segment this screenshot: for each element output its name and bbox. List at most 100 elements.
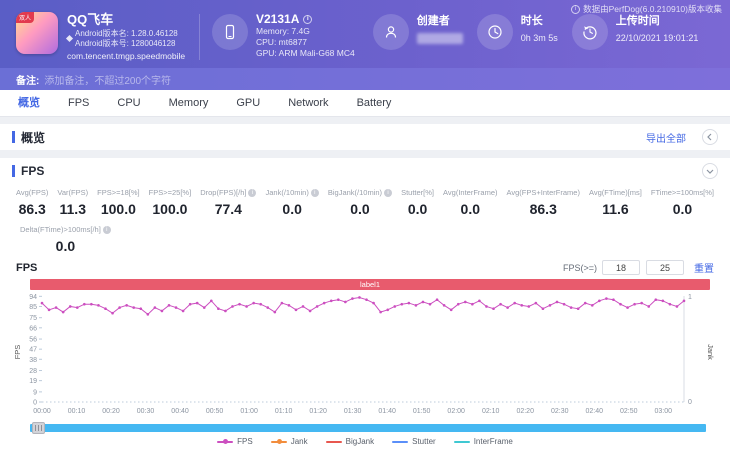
legend-label: InterFrame	[473, 437, 513, 446]
version-icon	[65, 34, 74, 43]
device-info-icon[interactable]: i	[303, 14, 313, 24]
info-icon[interactable]: i	[310, 188, 319, 197]
metric-value: 100.0	[152, 201, 188, 217]
metric-value: 0.0	[350, 201, 370, 217]
metric-value: 86.3	[18, 201, 46, 217]
metric: Delta(FTime)>100ms[/h] i 0.0	[20, 225, 111, 254]
tab-概览[interactable]: 概览	[4, 90, 54, 116]
legend-swatch	[270, 439, 287, 444]
collect-info-text: 数据由PerfDog(6.0.210910)版本收集	[583, 4, 722, 14]
legend-item-Jank[interactable]: Jank	[270, 437, 308, 446]
collapse-down-button[interactable]	[702, 163, 718, 179]
duration-block: 时长 0h 3m 5s	[476, 12, 558, 50]
svg-text:00:10: 00:10	[68, 408, 86, 415]
device-block: V2131A i Memory: 7.4G CPU: mt6877 GPU: A…	[212, 12, 355, 59]
metric: BigJank(/10min) i 0.0	[328, 188, 393, 217]
section-tabbar: 概览 FPS CPU Memory GPU Network Battery	[0, 90, 730, 117]
legend-label: FPS	[237, 437, 253, 446]
info-icon[interactable]: i	[384, 188, 393, 197]
creator-label: 创建者	[416, 15, 450, 27]
svg-text:00:30: 00:30	[137, 408, 155, 415]
svg-text:01:40: 01:40	[378, 408, 396, 415]
fps-threshold-input-1[interactable]	[602, 260, 640, 275]
device-gpu: GPU: ARM Mali-G68 MC4	[256, 48, 355, 58]
legend-swatch	[217, 439, 234, 444]
info-icon[interactable]: i	[102, 225, 111, 234]
metric-value: 100.0	[100, 201, 136, 217]
user-icon	[372, 14, 409, 50]
tab-Battery[interactable]: Battery	[343, 90, 406, 116]
note-input[interactable]: 添加备注，不超过200个字符	[44, 72, 171, 87]
svg-text:0: 0	[33, 400, 37, 407]
fps-section: FPS Avg(FPS) 86.3 Var(FPS) 11.3 FPS>=18[%] 10…	[0, 158, 730, 461]
svg-text:01:30: 01:30	[344, 408, 362, 415]
device-model: V2131A	[256, 12, 300, 26]
fps-chart-title: FPS	[16, 261, 38, 274]
chart-label-band: label1	[30, 279, 710, 290]
upload-time-value: 22/10/2021 19:01:21	[615, 33, 699, 43]
metric: FPS>=25[%] 100.0	[149, 188, 192, 217]
svg-text:00:20: 00:20	[102, 408, 120, 415]
tab-FPS[interactable]: FPS	[54, 90, 103, 116]
note-bar: 备注: 添加备注，不超过200个字符	[0, 68, 730, 90]
metric-value: 0.0	[460, 201, 480, 217]
svg-text:1: 1	[688, 294, 692, 301]
legend-swatch	[453, 440, 470, 443]
svg-text:01:00: 01:00	[240, 408, 258, 415]
collapse-left-button[interactable]	[702, 129, 718, 145]
svg-text:02:40: 02:40	[585, 408, 603, 415]
svg-text:01:50: 01:50	[413, 408, 431, 415]
duration-value: 0h 3m 5s	[520, 33, 558, 43]
reset-link[interactable]: 重置	[694, 260, 714, 275]
metric-value: 0.0	[672, 201, 693, 217]
svg-text:0: 0	[688, 399, 692, 406]
legend-label: Jank	[290, 437, 308, 446]
upload-time-label: 上传时间	[615, 15, 660, 27]
tab-CPU[interactable]: CPU	[103, 90, 154, 116]
svg-text:FPS: FPS	[13, 345, 22, 360]
metric-value: 0.0	[55, 238, 76, 254]
metric-label: Delta(FTime)>100ms[/h] i	[20, 225, 111, 234]
svg-text:00:50: 00:50	[206, 408, 224, 415]
legend-item-BigJank[interactable]: BigJank	[325, 437, 374, 446]
metric-label: Avg(FPS+InterFrame)	[506, 188, 580, 197]
export-all-link[interactable]: 导出全部	[646, 130, 686, 145]
legend-item-Stutter[interactable]: Stutter	[392, 437, 436, 446]
info-icon[interactable]: i	[248, 188, 257, 197]
tab-Network[interactable]: Network	[274, 90, 342, 116]
svg-text:02:00: 02:00	[447, 408, 465, 415]
svg-text:28: 28	[29, 368, 37, 375]
fps-title: FPS	[21, 164, 45, 178]
legend-swatch	[392, 440, 409, 443]
legend-item-InterFrame[interactable]: InterFrame	[453, 437, 513, 446]
legend-item-FPS[interactable]: FPS	[217, 437, 253, 446]
section-accent-bar	[12, 131, 15, 143]
svg-text:47: 47	[29, 347, 37, 354]
fps-metrics-row: Avg(FPS) 86.3 Var(FPS) 11.3 FPS>=18[%] 100.0 F…	[0, 184, 730, 219]
metric-label: Var(FPS)	[57, 188, 89, 197]
svg-text:9: 9	[33, 389, 37, 396]
metric-value: 0.0	[407, 201, 428, 217]
svg-text:02:50: 02:50	[620, 408, 638, 415]
phone-icon	[212, 14, 248, 50]
tab-Memory[interactable]: Memory	[155, 90, 223, 116]
tab-GPU[interactable]: GPU	[222, 90, 274, 116]
upload-block: 上传时间 22/10/2021 19:01:21	[571, 12, 699, 50]
legend-swatch	[325, 440, 342, 443]
fps-threshold-input-2[interactable]	[646, 260, 684, 275]
svg-text:00:00: 00:00	[33, 408, 51, 415]
svg-text:03:00: 03:00	[655, 408, 673, 415]
chart-scrollbar[interactable]	[30, 422, 706, 434]
scrollbar-handle[interactable]	[32, 422, 45, 434]
clock-icon	[476, 14, 513, 50]
metric-label: FTime>=100ms[%]	[650, 188, 714, 197]
fps-metrics-row2: Delta(FTime)>100ms[/h] i 0.0	[0, 219, 730, 256]
svg-text:85: 85	[29, 304, 37, 311]
svg-text:02:30: 02:30	[551, 408, 569, 415]
chart-legend: FPS Jank BigJank Stutter InterFrame	[0, 437, 730, 446]
metric: FPS>=18[%] 100.0	[97, 188, 140, 217]
scrollbar-track[interactable]	[30, 424, 706, 432]
metric-value: 11.6	[602, 201, 629, 217]
creator-name-redacted	[416, 33, 463, 44]
metric: Stutter[%] 0.0	[401, 188, 434, 217]
